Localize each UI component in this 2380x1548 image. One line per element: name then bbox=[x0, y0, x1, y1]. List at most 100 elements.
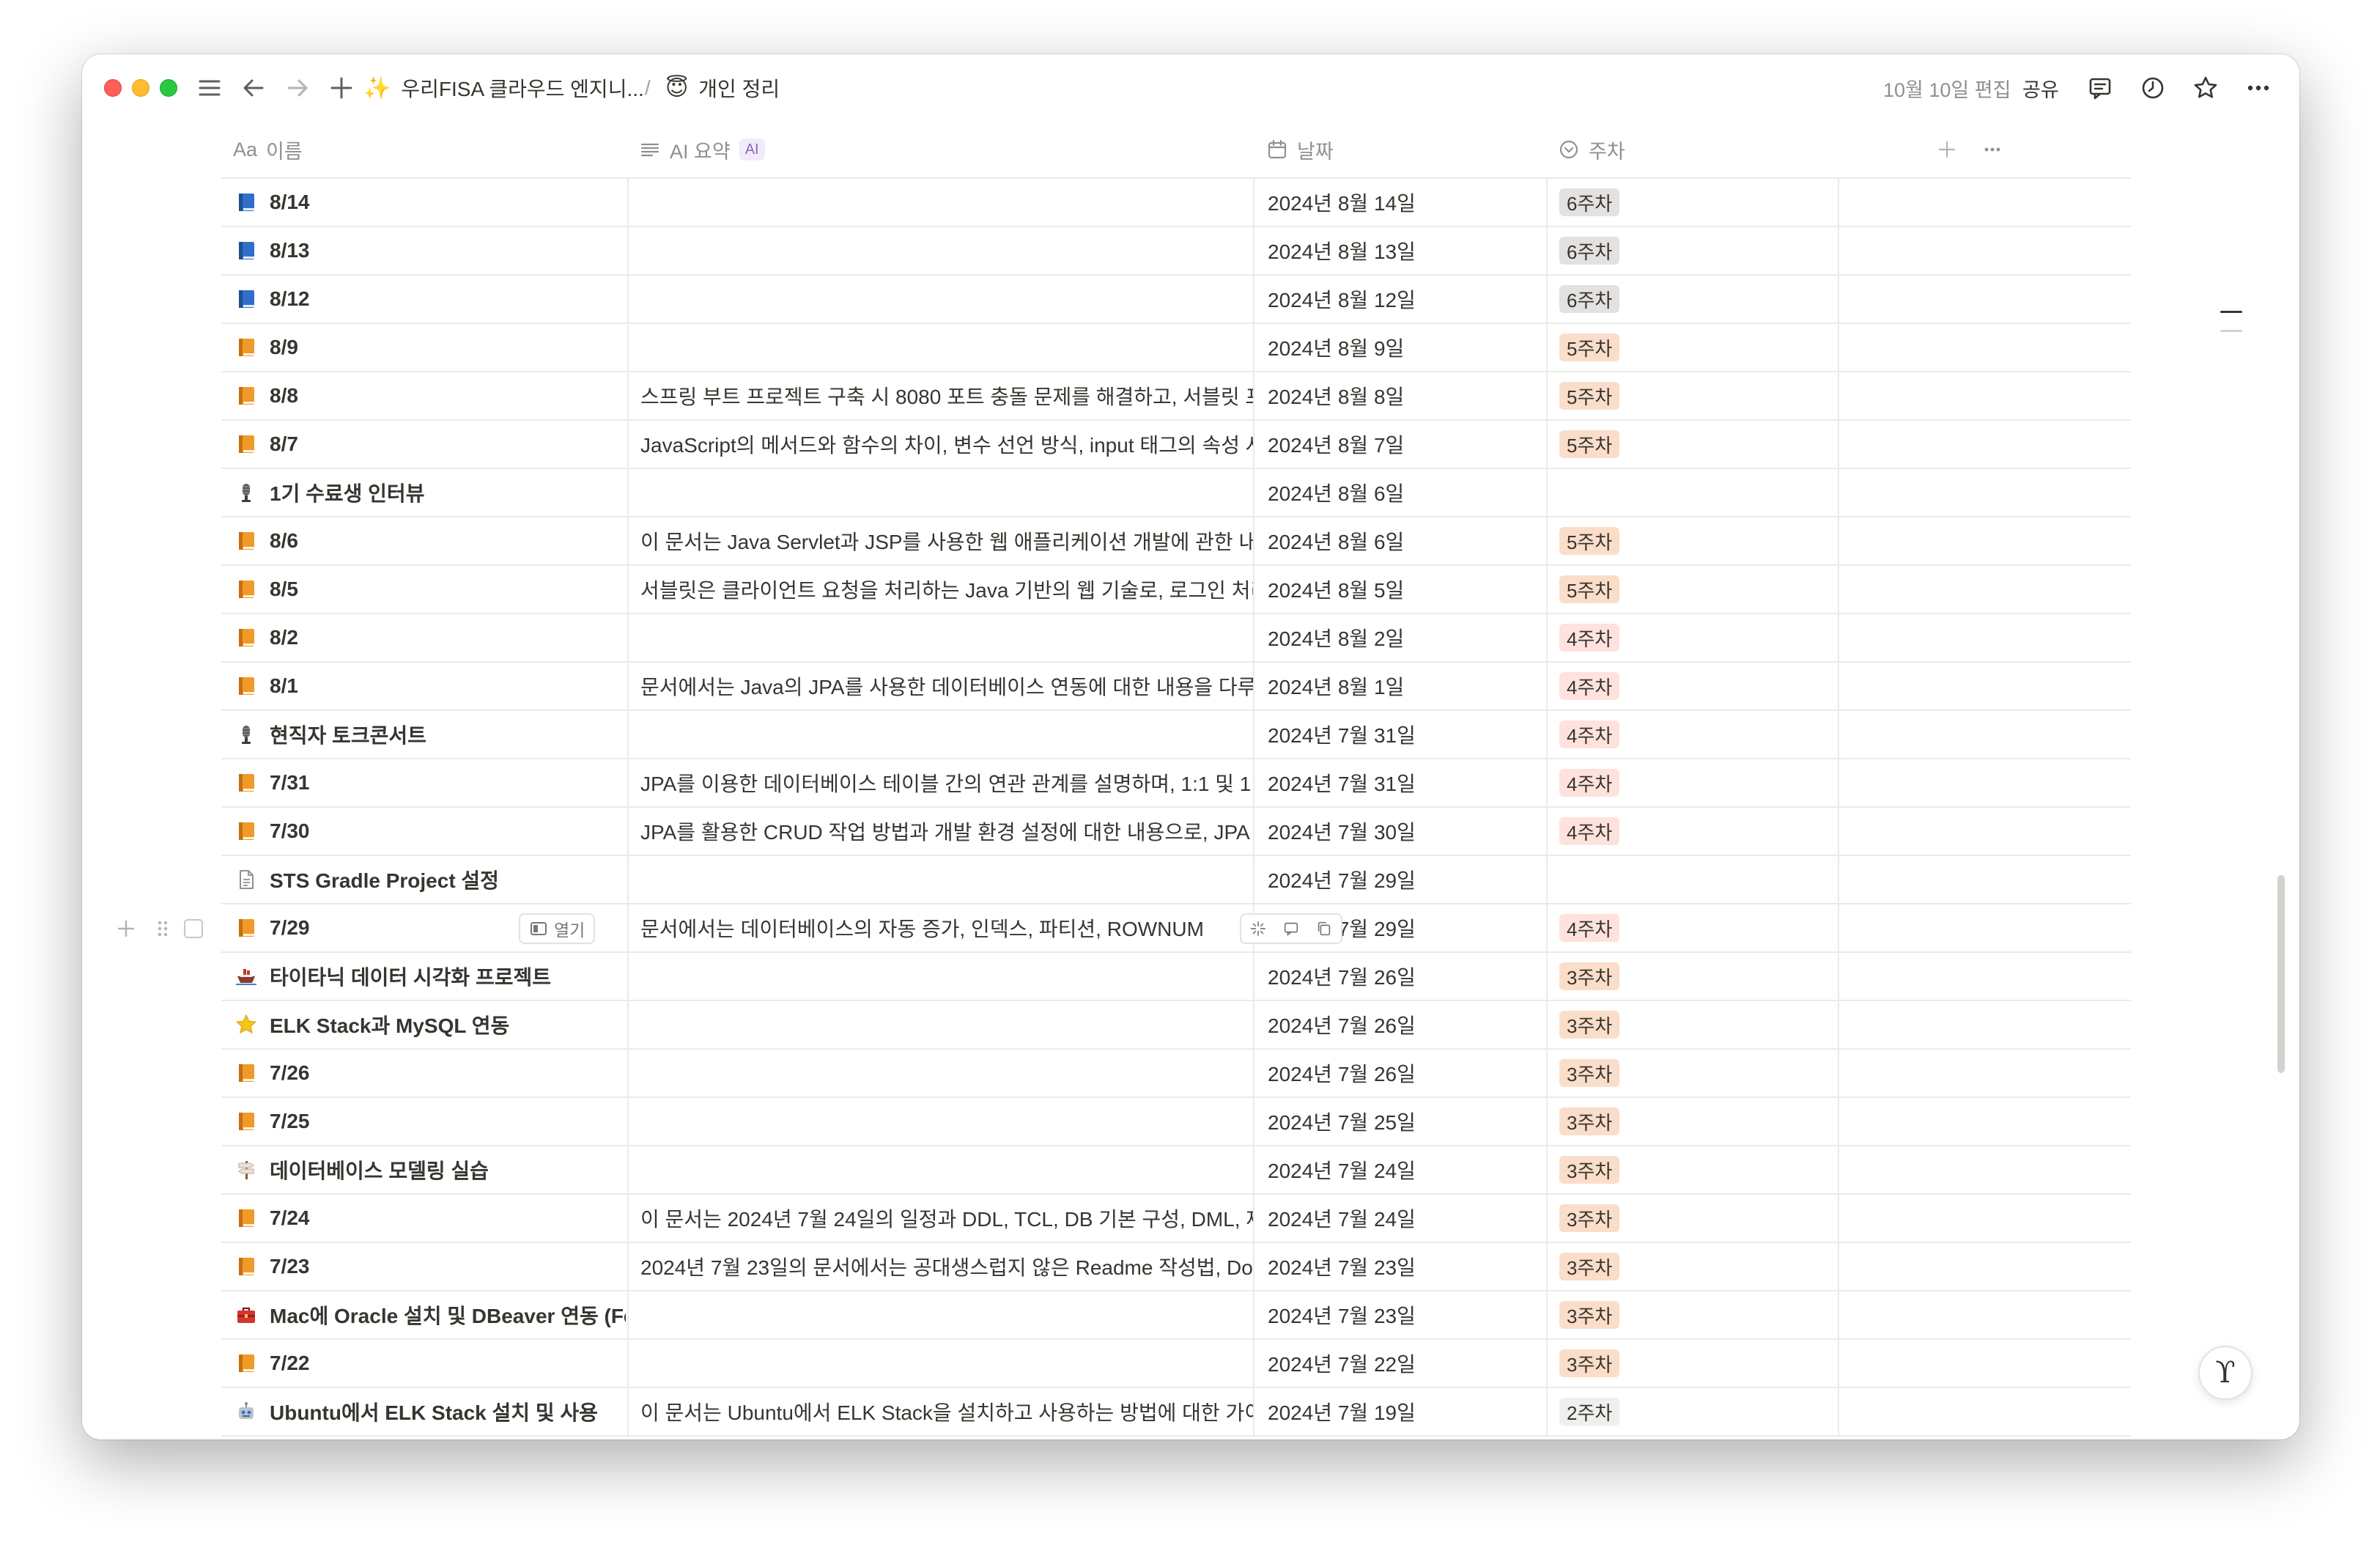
name-cell[interactable]: 데이터베이스 모델링 실습 bbox=[221, 1146, 626, 1193]
row-title[interactable]: 8/12 bbox=[270, 287, 310, 311]
name-cell[interactable]: STS Gradle Project 설정 bbox=[221, 856, 626, 903]
row-title[interactable]: 7/22 bbox=[270, 1352, 310, 1375]
table-row[interactable]: 7/30 JPA를 활용한 CRUD 작업 방법과 개발 환경 설정에 대한 내… bbox=[221, 808, 2131, 856]
table-row[interactable]: STS Gradle Project 설정 2024년 7월 29일 bbox=[221, 856, 2131, 904]
breadcrumb-parent[interactable]: ✨ 우리FISA 클라우드 엔지니... bbox=[363, 69, 644, 107]
week-cell[interactable] bbox=[1546, 856, 1838, 903]
last-edited-label[interactable]: 10월 10일 편집 bbox=[1883, 69, 2011, 107]
row-title[interactable]: 타이타닉 데이터 시각화 프로젝트 bbox=[270, 962, 551, 991]
row-title[interactable]: 8/14 bbox=[270, 191, 310, 214]
name-cell[interactable]: Ubuntu에서 ELK Stack 설치 및 사용 bbox=[221, 1388, 626, 1435]
date-cell[interactable]: 2024년 8월 1일 bbox=[1253, 663, 1546, 710]
table-row[interactable]: 8/6 이 문서는 Java Servlet과 JSP를 사용한 웹 애플리케이… bbox=[221, 517, 2131, 566]
table-row[interactable]: 1기 수료생 인터뷰 2024년 8월 6일 bbox=[221, 469, 2131, 517]
column-header-name[interactable]: Aa 이름 bbox=[233, 120, 303, 179]
table-row[interactable]: 타이타닉 데이터 시각화 프로젝트 2024년 7월 26일 3주차 bbox=[221, 953, 2131, 1001]
date-cell[interactable]: 2024년 8월 2일 bbox=[1253, 614, 1546, 661]
ai-summary-cell[interactable]: 이 문서는 Ubuntu에서 ELK Stack을 설치하고 사용하는 방법에 … bbox=[627, 1388, 1253, 1435]
row-title[interactable]: 1기 수료생 인터뷰 bbox=[270, 478, 424, 507]
ai-summary-cell[interactable]: 서블릿은 클라이언트 요청을 처리하는 Java 기반의 웹 기술로, 로그인 … bbox=[627, 566, 1253, 613]
week-cell[interactable]: 5주차 bbox=[1546, 421, 1838, 468]
row-title[interactable]: 8/8 bbox=[270, 384, 298, 408]
week-cell[interactable]: 3주차 bbox=[1546, 1001, 1838, 1048]
week-cell[interactable]: 4주차 bbox=[1546, 614, 1838, 661]
ai-summary-cell[interactable] bbox=[627, 711, 1253, 758]
share-button[interactable]: 공유 bbox=[2022, 69, 2059, 107]
name-cell[interactable]: 타이타닉 데이터 시각화 프로젝트 bbox=[221, 953, 626, 1000]
table-row[interactable]: 8/14 2024년 8월 14일 6주차 bbox=[221, 179, 2131, 227]
name-cell[interactable]: 7/30 bbox=[221, 808, 626, 855]
table-row[interactable]: 8/12 2024년 8월 12일 6주차 bbox=[221, 276, 2131, 324]
table-row[interactable]: 7/26 2024년 7월 26일 3주차 bbox=[221, 1050, 2131, 1098]
date-cell[interactable]: 2024년 7월 24일 bbox=[1253, 1195, 1546, 1242]
forward-arrow-icon[interactable] bbox=[278, 69, 317, 107]
week-cell[interactable]: 4주차 bbox=[1546, 759, 1838, 806]
name-cell[interactable]: 7/22 bbox=[221, 1340, 626, 1387]
ai-summary-cell[interactable] bbox=[627, 856, 1253, 903]
row-title[interactable]: 8/6 bbox=[270, 529, 298, 553]
week-cell[interactable]: 4주차 bbox=[1546, 904, 1838, 951]
row-title[interactable]: 7/31 bbox=[270, 771, 310, 795]
row-title[interactable]: 7/24 bbox=[270, 1206, 310, 1230]
table-row[interactable]: Mac에 Oracle 설치 및 DBeaver 연동 (Feat 2024년 … bbox=[221, 1291, 2131, 1340]
name-cell[interactable]: 8/14 bbox=[221, 179, 626, 226]
history-clock-icon[interactable] bbox=[2134, 69, 2172, 107]
date-cell[interactable]: 2024년 8월 13일 bbox=[1253, 227, 1546, 274]
row-title[interactable]: 7/30 bbox=[270, 819, 310, 843]
week-cell[interactable]: 5주차 bbox=[1546, 324, 1838, 371]
row-title[interactable]: ELK Stack과 MySQL 연동 bbox=[270, 1010, 509, 1039]
name-cell[interactable]: 현직자 토크콘서트 bbox=[221, 711, 626, 758]
ai-summary-cell[interactable]: JPA를 이용한 데이터베이스 테이블 간의 연관 관계를 설명하며, 1:1 … bbox=[627, 759, 1253, 806]
row-title[interactable]: 8/13 bbox=[270, 239, 310, 262]
ai-summary-cell[interactable] bbox=[627, 1340, 1253, 1387]
table-row[interactable]: 7/24 이 문서는 2024년 7월 24일의 일정과 DDL, TCL, D… bbox=[221, 1195, 2131, 1243]
table-row[interactable]: 데이터베이스 모델링 실습 2024년 7월 24일 3주차 bbox=[221, 1146, 2131, 1195]
ai-summary-cell[interactable] bbox=[627, 953, 1253, 1000]
date-cell[interactable]: 2024년 7월 24일 bbox=[1253, 1146, 1546, 1193]
copy-icon[interactable] bbox=[1313, 918, 1335, 940]
name-cell[interactable]: 1기 수료생 인터뷰 bbox=[221, 469, 626, 516]
date-cell[interactable]: 2024년 7월 25일 bbox=[1253, 1098, 1546, 1145]
ai-summary-cell[interactable]: 문서에서는 데이터베이스의 자동 증가, 인덱스, 파티션, ROWNUM bbox=[627, 904, 1253, 951]
ai-summary-cell[interactable] bbox=[627, 179, 1253, 226]
minimize-window-button[interactable] bbox=[132, 79, 149, 97]
comments-icon[interactable] bbox=[2081, 69, 2119, 107]
table-row[interactable]: 7/31 JPA를 이용한 데이터베이스 테이블 간의 연관 관계를 설명하며,… bbox=[221, 759, 2131, 808]
row-title[interactable]: STS Gradle Project 설정 bbox=[270, 865, 499, 894]
column-header-week[interactable]: 주차 bbox=[1558, 120, 1625, 179]
name-cell[interactable]: 8/9 bbox=[221, 324, 626, 371]
ai-summary-cell[interactable] bbox=[627, 1291, 1253, 1338]
ai-summary-cell[interactable]: 이 문서는 2024년 7월 24일의 일정과 DDL, TCL, DB 기본 … bbox=[627, 1195, 1253, 1242]
row-title[interactable]: 현직자 토크콘서트 bbox=[270, 720, 426, 749]
back-arrow-icon[interactable] bbox=[234, 69, 273, 107]
date-cell[interactable]: 2024년 7월 31일 bbox=[1253, 711, 1546, 758]
week-cell[interactable]: 3주차 bbox=[1546, 1195, 1838, 1242]
ai-summary-cell[interactable] bbox=[627, 1146, 1253, 1193]
name-cell[interactable]: 8/12 bbox=[221, 276, 626, 322]
ai-summary-cell[interactable] bbox=[627, 227, 1253, 274]
date-cell[interactable]: 2024년 7월 19일 bbox=[1253, 1388, 1546, 1435]
date-cell[interactable]: 2024년 7월 26일 bbox=[1253, 1001, 1546, 1048]
week-cell[interactable]: 3주차 bbox=[1546, 1340, 1838, 1387]
date-cell[interactable]: 2024년 7월 26일 bbox=[1253, 1050, 1546, 1096]
row-title[interactable]: 7/29 bbox=[270, 916, 310, 940]
drag-handle-icon[interactable] bbox=[148, 914, 177, 943]
week-cell[interactable] bbox=[1546, 469, 1838, 516]
name-cell[interactable]: 7/23 bbox=[221, 1243, 626, 1290]
ai-summary-cell[interactable]: JPA를 활용한 CRUD 작업 방법과 개발 환경 설정에 대한 내용으로, … bbox=[627, 808, 1253, 855]
week-cell[interactable]: 3주차 bbox=[1546, 953, 1838, 1000]
table-row[interactable]: Ubuntu에서 ELK Stack 설치 및 사용 이 문서는 Ubuntu에… bbox=[221, 1388, 2131, 1437]
row-title[interactable]: 7/23 bbox=[270, 1255, 310, 1278]
date-cell[interactable]: 2024년 8월 6일 bbox=[1253, 469, 1546, 516]
row-title[interactable]: 데이터베이스 모델링 실습 bbox=[270, 1155, 489, 1184]
add-property-plus-icon[interactable] bbox=[1936, 120, 1958, 179]
week-cell[interactable]: 3주차 bbox=[1546, 1146, 1838, 1193]
date-cell[interactable]: 2024년 8월 12일 bbox=[1253, 276, 1546, 322]
more-options-icon[interactable] bbox=[2239, 69, 2277, 107]
week-cell[interactable]: 5주차 bbox=[1546, 517, 1838, 564]
vertical-scrollbar[interactable] bbox=[2277, 875, 2285, 1073]
week-cell[interactable]: 3주차 bbox=[1546, 1098, 1838, 1145]
week-cell[interactable]: 3주차 bbox=[1546, 1243, 1838, 1290]
row-title[interactable]: 7/25 bbox=[270, 1110, 310, 1133]
date-cell[interactable]: 2024년 7월 31일 bbox=[1253, 759, 1546, 806]
